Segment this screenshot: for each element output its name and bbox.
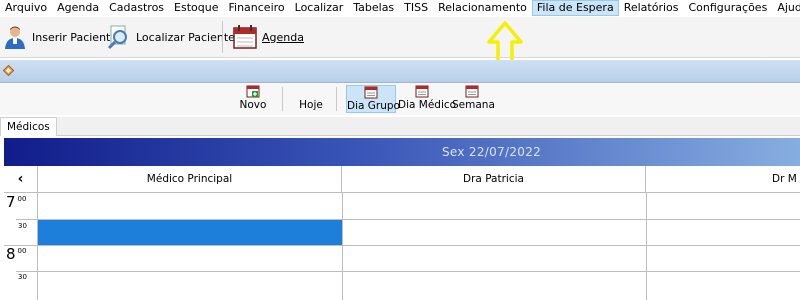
tab-medicos[interactable]: Médicos <box>0 117 57 136</box>
hoje-button[interactable]: Hoje <box>294 85 328 113</box>
menu-financeiro[interactable]: Financeiro <box>223 0 289 16</box>
insert-patient-button[interactable]: Inserir Paciente <box>2 23 117 51</box>
find-patient-button[interactable]: Localizar Paciente <box>106 23 235 51</box>
main-toolbar: Inserir Paciente Localizar Paciente Agen… <box>0 17 800 58</box>
menu-cadastros[interactable]: Cadastros <box>104 0 169 16</box>
semana-button[interactable]: Semana <box>452 85 495 113</box>
column-header-label: Médico Principal <box>146 173 233 185</box>
agenda-label: Agenda <box>262 30 304 44</box>
agenda-button[interactable]: Agenda <box>232 23 304 51</box>
calendar-icon <box>364 86 378 99</box>
hoje-label: Hoje <box>299 99 323 111</box>
toolbar-separator <box>222 21 223 53</box>
magnifier-icon <box>107 25 127 50</box>
calendar-icon <box>465 85 479 98</box>
time-slot[interactable] <box>343 193 646 219</box>
menu-estoque[interactable]: Estoque <box>169 0 223 16</box>
slot-tick <box>4 245 38 246</box>
insert-patient-label: Inserir Paciente <box>32 30 118 44</box>
menu-configuracoes[interactable]: Configurações <box>684 0 773 16</box>
schedule-grid: ‹ Médico Principal Dra Patricia Dr M 7 00… <box>4 166 800 300</box>
menu-arquivo[interactable]: Arquivo <box>0 0 52 16</box>
menu-agenda[interactable]: Agenda <box>52 0 104 16</box>
time-column: 7 00 30 8 00 30 <box>4 193 38 300</box>
subtoolbar-separator <box>282 87 283 111</box>
menu-tiss[interactable]: TISS <box>399 0 433 16</box>
menu-bar: Arquivo Agenda Cadastros Estoque Finance… <box>0 0 800 16</box>
current-date: Sex 22/07/2022 <box>442 145 542 159</box>
calendar-icon <box>233 25 257 49</box>
half-hour-label: 30 <box>18 273 27 281</box>
column-header[interactable]: Médico Principal <box>38 166 342 193</box>
scroll-left-button[interactable]: ‹ <box>4 166 38 193</box>
half-hour-label: 30 <box>18 222 27 230</box>
time-slot[interactable] <box>38 246 342 271</box>
column-header-label: Dr M <box>772 173 797 185</box>
menu-relacionamento[interactable]: Relacionamento <box>433 0 532 16</box>
semana-label: Semana <box>452 99 495 111</box>
dia-grupo-button[interactable]: Dia Grupo <box>346 85 400 113</box>
column-divider <box>646 193 647 300</box>
agenda-toolbar: Novo Hoje Dia Grupo Dia Médico Semana <box>0 83 800 115</box>
novo-button[interactable]: Novo <box>236 85 270 113</box>
time-slot[interactable] <box>38 193 342 219</box>
time-slot[interactable] <box>343 246 646 271</box>
menu-localizar[interactable]: Localizar <box>290 0 349 16</box>
section-bar <box>0 60 800 83</box>
column-header-label: Dra Patricia <box>463 173 524 185</box>
menu-tabelas[interactable]: Tabelas <box>348 0 399 16</box>
menu-ajuda[interactable]: Ajuda <box>772 0 800 16</box>
hour-label: 8 00 <box>6 245 27 263</box>
new-calendar-icon <box>246 85 260 98</box>
diamond-icon[interactable] <box>3 65 14 76</box>
selected-time-slot[interactable] <box>38 220 342 245</box>
novo-label: Novo <box>239 99 267 111</box>
slot-tick <box>16 219 38 220</box>
column-header[interactable]: Dra Patricia <box>342 166 646 193</box>
slot-divider <box>38 271 800 272</box>
find-patient-label: Localizar Paciente <box>136 30 235 44</box>
menu-relatorios[interactable]: Relatórios <box>619 0 684 16</box>
dia-grupo-label: Dia Grupo <box>347 100 400 112</box>
dia-medico-button[interactable]: Dia Médico <box>398 85 457 113</box>
dia-medico-label: Dia Médico <box>398 99 457 111</box>
chevron-left-icon: ‹ <box>17 171 24 187</box>
menu-fila-de-espera[interactable]: Fila de Espera <box>531 0 619 16</box>
hour-label: 7 00 <box>6 193 27 211</box>
user-icon <box>5 26 25 49</box>
subtoolbar-separator <box>336 87 337 111</box>
date-header: Sex 22/07/2022 <box>4 138 800 166</box>
slot-tick <box>16 271 38 272</box>
column-header[interactable]: Dr M <box>646 166 800 193</box>
calendar-icon <box>415 85 429 98</box>
tab-strip: Médicos <box>0 117 800 136</box>
time-slot[interactable] <box>343 220 646 245</box>
